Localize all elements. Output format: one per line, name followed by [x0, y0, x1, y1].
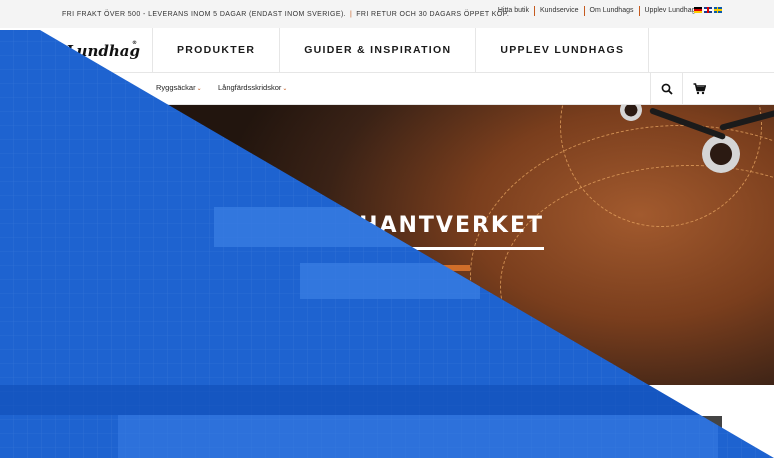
- promo-separator: |: [350, 11, 353, 18]
- promo-returns-text: FRI RETUR OCH 30 DAGARS ÖPPET KÖP.: [356, 11, 510, 18]
- se-flag-icon[interactable]: [714, 7, 722, 13]
- brand-logo[interactable]: Lundhags ®: [60, 36, 149, 66]
- subnav-item-skates[interactable]: Långfärdsskridskor⌄: [218, 83, 287, 92]
- hero-banner[interactable]: HANTVERKET: [0, 105, 774, 385]
- eyelet: [702, 135, 740, 173]
- main-navigation: Lundhags ® PRODUKTER GUIDER & INSPIRATIO…: [0, 28, 774, 73]
- product-thumbnail[interactable]: [700, 416, 722, 438]
- nav-products[interactable]: PRODUKTER: [152, 28, 279, 72]
- hero-title-underline: [214, 247, 544, 250]
- hero-cta-button[interactable]: [440, 265, 470, 271]
- hero-title: HANTVERKET: [359, 213, 544, 238]
- chevron-down-icon: ⌄: [282, 86, 288, 92]
- logo-text: Lundhags: [65, 42, 140, 60]
- utility-links: Hitta butik Kundservice Om Lundhags Uppl…: [493, 6, 704, 16]
- language-selector: [694, 7, 722, 13]
- chevron-down-icon: ⌄: [196, 86, 202, 92]
- subnav-backpacks-label: Ryggsäckar: [156, 83, 196, 92]
- subnav-skates-label: Långfärdsskridskor: [218, 83, 282, 92]
- shipping-promo: FRI FRAKT ÖVER 500 - LEVERANS INOM 5 DAG…: [62, 11, 509, 18]
- cart-button[interactable]: [682, 73, 715, 104]
- search-button[interactable]: [650, 73, 683, 104]
- content-section: [0, 385, 774, 458]
- link-about[interactable]: Om Lundhags: [585, 6, 640, 16]
- gb-flag-icon[interactable]: [704, 7, 712, 13]
- link-find-store[interactable]: Hitta butik: [493, 6, 535, 16]
- subnav-item-backpacks[interactable]: Ryggsäckar⌄: [156, 83, 202, 92]
- de-flag-icon[interactable]: [694, 7, 702, 13]
- link-customer-service[interactable]: Kundservice: [535, 6, 585, 16]
- promo-shipping-text: FRI FRAKT ÖVER 500 - LEVERANS INOM 5 DAG…: [62, 11, 347, 18]
- category-subnav: Ryggsäckar⌄ Långfärdsskridskor⌄: [0, 73, 774, 105]
- nav-guides-inspiration[interactable]: GUIDER & INSPIRATION: [279, 28, 475, 72]
- nav-experience-lundhags[interactable]: UPPLEV LUNDHAGS: [475, 28, 650, 72]
- primary-nav: PRODUKTER GUIDER & INSPIRATION UPPLEV LU…: [152, 28, 650, 72]
- top-bar: FRI FRAKT ÖVER 500 - LEVERANS INOM 5 DAG…: [0, 0, 774, 29]
- search-icon: [661, 83, 673, 95]
- svg-text:®: ®: [132, 39, 137, 46]
- lundhags-logo-icon: Lundhags ®: [65, 39, 149, 60]
- cart-icon: [693, 82, 706, 94]
